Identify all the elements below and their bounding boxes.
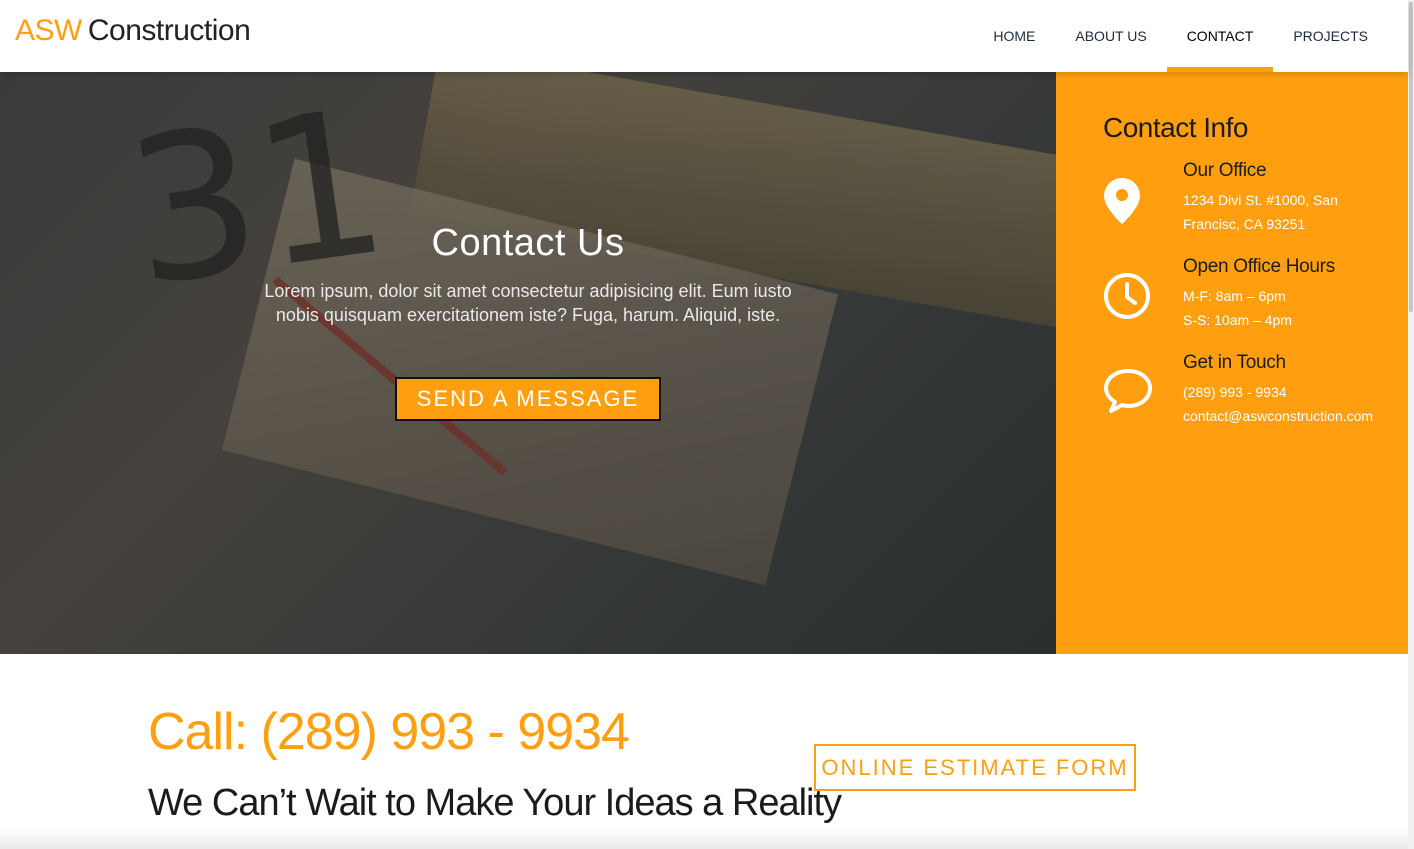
map-pin-icon: [1103, 176, 1153, 226]
contact-info-panel: Contact Info Our Office 1234 Divi St. #1…: [1056, 72, 1408, 654]
hero-section: 31 Contact Us Lorem ipsum, dolor sit ame…: [0, 72, 1056, 654]
main-nav: HOME ABOUT US CONTACT PROJECTS: [973, 0, 1388, 72]
bottom-fade: [0, 827, 1408, 849]
contact-info-title: Contact Info: [1103, 112, 1248, 143]
nav-item-about-us[interactable]: ABOUT US: [1055, 0, 1166, 72]
call-phone-heading[interactable]: Call: (289) 993 - 9934: [148, 702, 630, 762]
contact-phone-link[interactable]: (289) 993 - 9934: [1183, 380, 1403, 404]
nav-item-contact[interactable]: CONTACT: [1166, 0, 1274, 72]
nav-item-projects[interactable]: PROJECTS: [1273, 0, 1388, 72]
contact-email-link[interactable]: contact@aswconstruction.com: [1183, 404, 1403, 428]
nav-item-home[interactable]: HOME: [973, 0, 1055, 72]
chat-bubble-icon: [1103, 368, 1153, 418]
tagline: We Can’t Wait to Make Your Ideas a Reali…: [148, 782, 842, 824]
call-to-action-section: Call: (289) 993 - 9934 We Can’t Wait to …: [0, 654, 1408, 849]
hero-content: Contact Us Lorem ipsum, dolor sit amet c…: [264, 222, 792, 421]
office-address-line2: Francisc, CA 93251: [1183, 216, 1306, 232]
online-estimate-form-button[interactable]: ONLINE ESTIMATE FORM: [814, 744, 1136, 791]
scrollbar-thumb[interactable]: [1409, 2, 1413, 312]
site-logo[interactable]: ASW Construction: [15, 14, 251, 48]
hours-weekend: S-S: 10am – 4pm: [1183, 312, 1292, 328]
hours-weekday: M-F: 8am – 6pm: [1183, 288, 1286, 304]
hero-title: Contact Us: [431, 222, 625, 264]
touch-heading: Get in Touch: [1183, 352, 1286, 373]
logo-brand: ASW: [15, 14, 82, 47]
office-address-line1: 1234 Divi St. #1000, San: [1183, 192, 1338, 208]
logo-name: Construction: [87, 14, 251, 47]
hours-heading: Open Office Hours: [1183, 256, 1335, 277]
touch-info: Get in Touch (289) 993 - 9934 contact@as…: [1183, 352, 1403, 428]
page-scrollbar[interactable]: [1408, 0, 1414, 849]
clock-icon: [1103, 272, 1153, 322]
hours-info: Open Office Hours M-F: 8am – 6pm S-S: 10…: [1183, 256, 1403, 332]
office-heading: Our Office: [1183, 160, 1267, 181]
site-header: ASW Construction HOME ABOUT US CONTACT PR…: [0, 0, 1408, 72]
hero-text: Lorem ipsum, dolor sit amet consectetur …: [264, 281, 792, 325]
office-info: Our Office 1234 Divi St. #1000, San Fran…: [1183, 160, 1403, 236]
send-message-button[interactable]: SEND A MESSAGE: [394, 377, 662, 421]
